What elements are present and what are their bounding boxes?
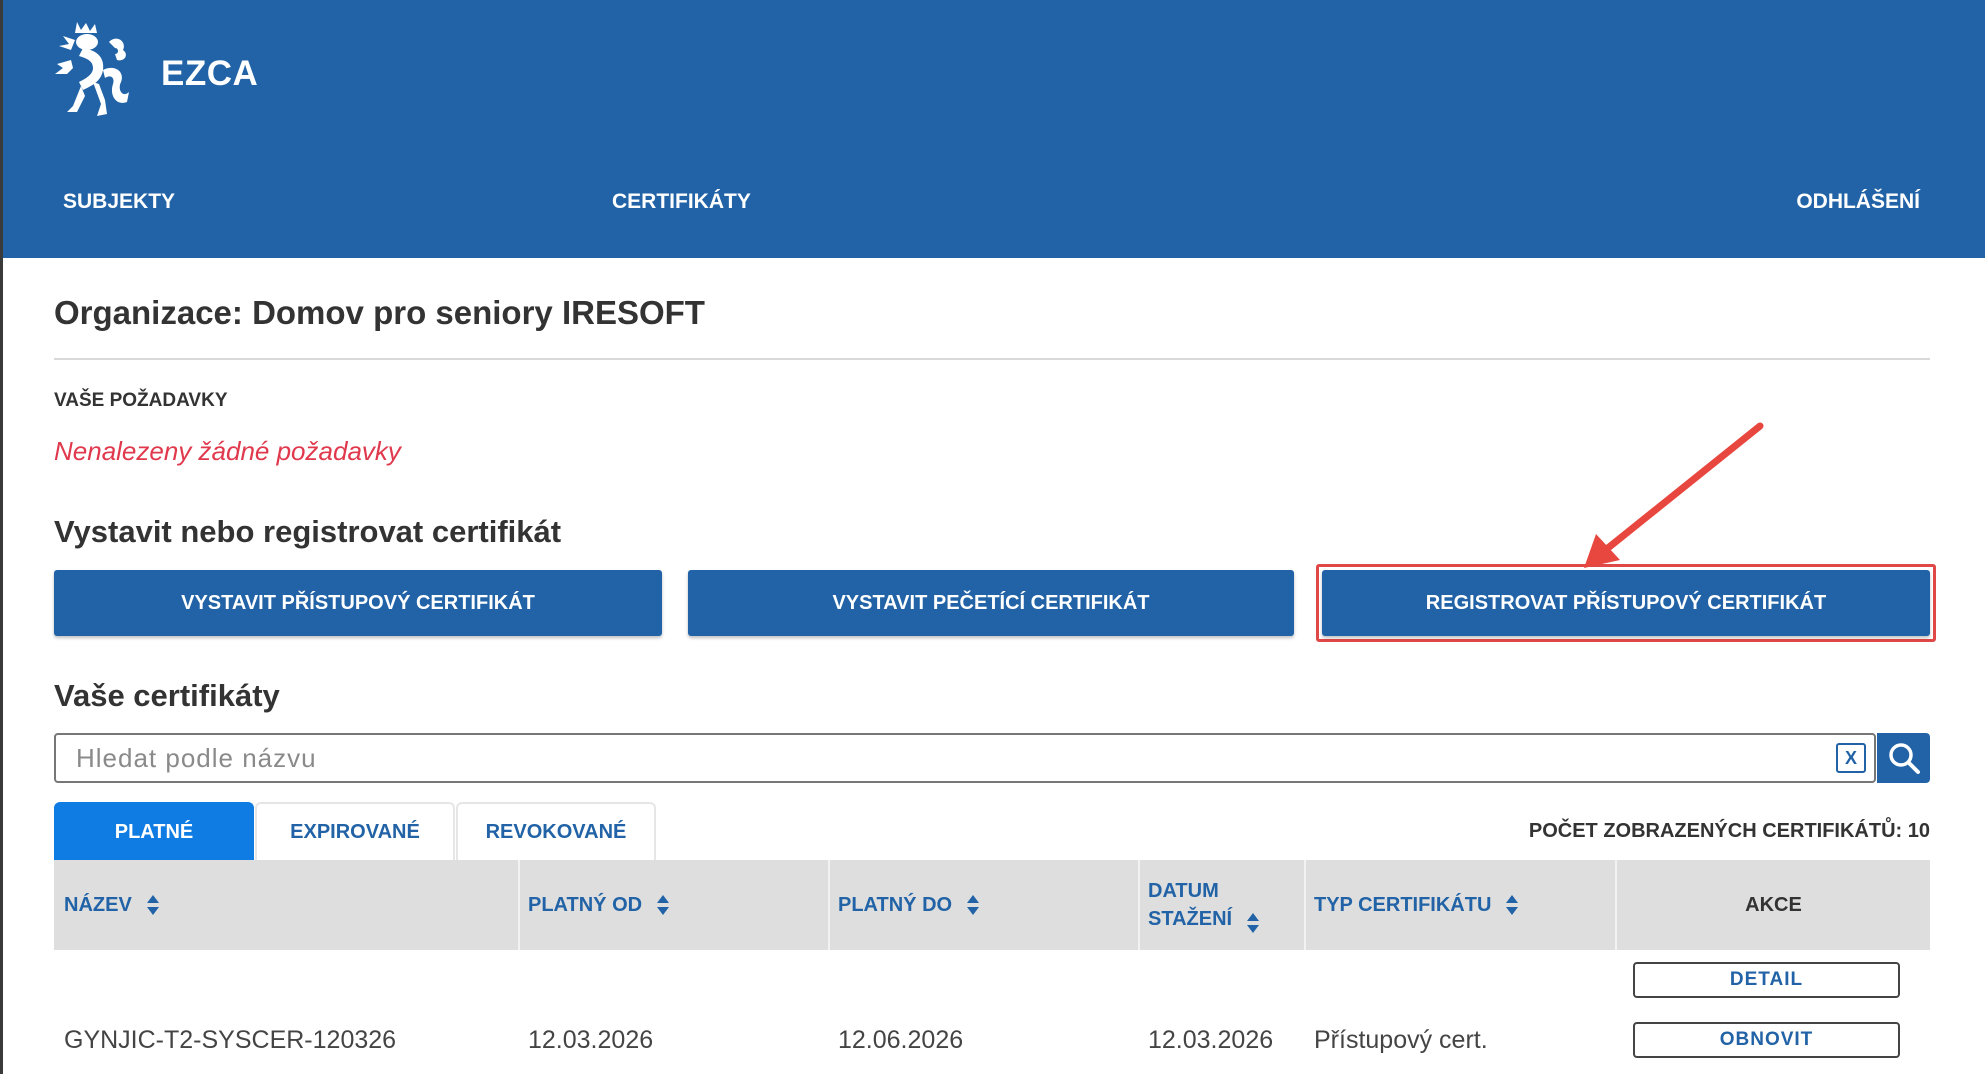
column-header-akce: AKCE	[1617, 860, 1930, 950]
column-separator	[1138, 860, 1140, 950]
cell-platny-od: 12.03.2026	[528, 1026, 654, 1054]
cell-datum-stazeni: 12.03.2026	[1148, 1026, 1274, 1054]
column-label-akce: AKCE	[1745, 894, 1802, 916]
column-separator	[828, 860, 830, 950]
column-label-datum-stazeni: DATUM STAŽENÍ	[1148, 877, 1232, 933]
column-header-typ: TYP CERTIFIKÁTU	[1314, 860, 1519, 950]
sort-icon[interactable]	[966, 894, 980, 916]
sort-icon[interactable]	[1505, 894, 1519, 916]
cell-platny-do: 12.06.2026	[838, 1026, 964, 1054]
sort-icon[interactable]	[1246, 912, 1260, 934]
search-button[interactable]	[1877, 733, 1930, 783]
annotation-arrow-icon	[1584, 422, 1764, 568]
section-divider	[54, 358, 1930, 360]
search-box: X	[54, 733, 1876, 783]
detail-button[interactable]: DETAIL	[1633, 962, 1900, 998]
top-header: EZCA SUBJEKTY CERTIFIKÁTY ODHLÁŠENÍ	[0, 0, 1985, 258]
requests-label: VAŠE POŽADAVKY	[54, 390, 228, 411]
nav-certifikaty[interactable]: CERTIFIKÁTY	[612, 190, 751, 214]
column-label-datum-line2: STAŽENÍ	[1148, 908, 1233, 930]
column-label-nazev: NÁZEV	[64, 894, 132, 916]
tab-revokovane[interactable]: REVOKOVANÉ	[456, 802, 656, 860]
certificate-count-label: POČET ZOBRAZENÝCH CERTIFIKÁTŮ: 10	[1528, 820, 1930, 842]
search-icon	[1888, 743, 1920, 774]
column-separator	[518, 860, 520, 950]
tab-expirovane[interactable]: EXPIROVANÉ	[255, 802, 455, 860]
column-label-datum-line1: DATUM	[1148, 880, 1219, 902]
czech-lion-logo-icon	[55, 22, 129, 116]
column-header-datum-stazeni: DATUM STAŽENÍ	[1148, 860, 1260, 950]
app-brand-title: EZCA	[161, 54, 259, 93]
column-header-platny-od: PLATNÝ OD	[528, 860, 670, 950]
nav-subjekty[interactable]: SUBJEKTY	[63, 190, 175, 214]
certificates-section-title: Vaše certifikáty	[54, 678, 280, 713]
sort-icon[interactable]	[656, 894, 670, 916]
column-separator	[1304, 860, 1306, 950]
table-header: NÁZEV PLATNÝ OD PLATNÝ DO DATUM STAŽENÍ …	[54, 860, 1930, 950]
cell-typ: Přístupový cert.	[1314, 1026, 1488, 1054]
clear-search-button[interactable]: X	[1836, 743, 1866, 773]
column-header-nazev: NÁZEV	[64, 860, 160, 950]
search-input[interactable]	[76, 735, 1776, 781]
sort-icon[interactable]	[146, 894, 160, 916]
issue-section-title: Vystavit nebo registrovat certifikát	[54, 514, 562, 549]
nav-logout[interactable]: ODHLÁŠENÍ	[1796, 190, 1920, 214]
issue-seal-certificate-button[interactable]: VYSTAVIT PEČETÍCÍ CERTIFIKÁT	[688, 570, 1294, 636]
tab-platne[interactable]: PLATNÉ	[54, 802, 254, 860]
renew-button[interactable]: OBNOVIT	[1633, 1022, 1900, 1058]
organization-title: Organizace: Domov pro seniory IRESOFT	[54, 294, 705, 331]
column-label-typ: TYP CERTIFIKÁTU	[1314, 894, 1492, 916]
issue-access-certificate-button[interactable]: VYSTAVIT PŘÍSTUPOVÝ CERTIFIKÁT	[54, 570, 662, 636]
column-label-platny-do: PLATNÝ DO	[838, 894, 953, 916]
window-frame-edge	[0, 0, 3, 1074]
column-label-platny-od: PLATNÝ OD	[528, 894, 643, 916]
column-header-platny-do: PLATNÝ DO	[838, 860, 980, 950]
cell-nazev: GYNJIC-T2-SYSCER-120326	[64, 1026, 397, 1054]
no-requests-message: Nenalezeny žádné požadavky	[54, 436, 401, 466]
